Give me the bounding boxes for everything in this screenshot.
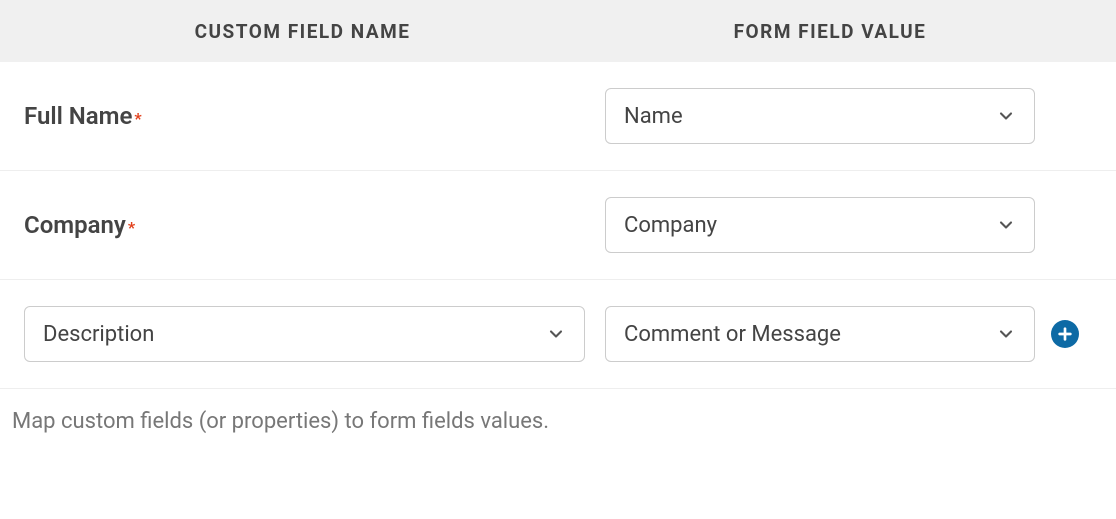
field-label-cell: Company*: [0, 211, 605, 239]
add-row-button[interactable]: [1051, 320, 1079, 348]
custom-field-select[interactable]: Description: [24, 306, 585, 362]
form-value-select[interactable]: Comment or Message: [605, 306, 1035, 362]
form-value-select[interactable]: Name: [605, 88, 1035, 144]
header-custom-field: CUSTOM FIELD NAME: [0, 20, 605, 43]
chevron-down-icon: [996, 324, 1016, 344]
field-label: Full Name: [24, 102, 132, 130]
required-mark: *: [128, 218, 135, 237]
field-mapping-table: CUSTOM FIELD NAME FORM FIELD VALUE Full …: [0, 0, 1116, 454]
required-mark: *: [134, 109, 141, 128]
custom-field-cell: Description: [0, 306, 605, 362]
select-value: Company: [624, 213, 717, 238]
custom-mapping-row: Description Comment or Message: [0, 280, 1116, 389]
form-value-select[interactable]: Company: [605, 197, 1035, 253]
field-label-cell: Full Name*: [0, 102, 605, 130]
mapping-row: Company* Company: [0, 171, 1116, 280]
chevron-down-icon: [996, 215, 1016, 235]
select-value: Comment or Message: [624, 322, 841, 347]
field-label: Company: [24, 211, 126, 239]
chevron-down-icon: [996, 106, 1016, 126]
select-value: Name: [624, 104, 683, 129]
chevron-down-icon: [546, 324, 566, 344]
table-header-row: CUSTOM FIELD NAME FORM FIELD VALUE: [0, 0, 1116, 62]
add-row-cell: [1035, 320, 1095, 348]
select-value: Description: [43, 322, 154, 347]
helper-text: Map custom fields (or properties) to for…: [0, 389, 1116, 454]
mapping-row: Full Name* Name: [0, 62, 1116, 171]
header-form-field: FORM FIELD VALUE: [605, 20, 1055, 43]
